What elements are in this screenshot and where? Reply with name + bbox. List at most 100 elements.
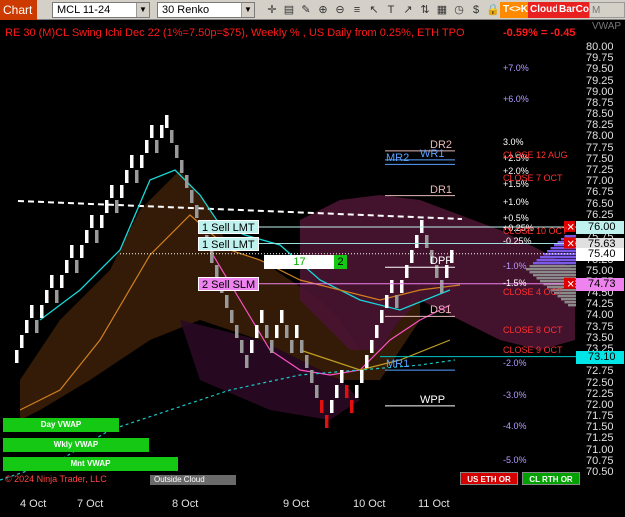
instrument-selector[interactable]: MCL 11-24 ▼ (52, 2, 150, 18)
renko-brick (340, 370, 344, 383)
outside-cloud-button[interactable]: Outside Cloud (150, 475, 236, 485)
chart-area[interactable]: ✕ ✕ ✕ RE 30 (M)CL Swing Ichi Dec 22 (1%=7.… (0, 20, 625, 517)
chevron-down-icon: ▼ (136, 3, 149, 17)
price-tag: 74.73 (576, 277, 624, 291)
close-level: CLOSE 8 OCT (503, 324, 563, 335)
percent-level: +6.0% (503, 94, 529, 105)
renko-brick (325, 415, 329, 428)
pencil-icon[interactable]: ✎ (298, 2, 314, 18)
close-level: CLOSE 12 AUG (503, 150, 568, 161)
instrument-label: MCL 11-24 (57, 4, 111, 16)
clock-icon[interactable]: ◷ (451, 2, 467, 18)
order-label[interactable]: 2 Sell SLM (198, 276, 260, 291)
lines-icon[interactable]: ≡ (349, 2, 365, 18)
magnifier-minus-icon[interactable]: ⊖ (332, 2, 348, 18)
percent-level: +0.5% (503, 213, 529, 223)
close-level: CLOSE 4 OCT (503, 286, 563, 297)
renko-brick (410, 250, 414, 263)
renko-brick (360, 370, 364, 383)
dollar-icon[interactable]: $ (468, 2, 484, 18)
price-axis-tick: 79.50 (586, 63, 614, 76)
percent-level: -4.0% (503, 421, 527, 432)
quantity-step[interactable]: 2 (334, 255, 347, 269)
pivot-label: DR1 (430, 183, 453, 196)
renko-brick (225, 295, 229, 308)
renko-brick (280, 310, 284, 323)
renko-brick (230, 310, 234, 323)
price-tag: 76.00 (576, 220, 624, 234)
data-box-icon[interactable]: ▤ (281, 2, 297, 18)
renko-brick (120, 185, 124, 198)
tpo-profile-bar (568, 304, 576, 307)
grid-icon[interactable]: ▦ (434, 2, 450, 18)
order-label[interactable]: 1 Sell LMT (198, 236, 259, 251)
renko-brick (85, 230, 89, 243)
tpo-profile-bar (529, 271, 576, 274)
tpo-profile-bar (561, 298, 576, 301)
percent-level: -2.0% (503, 358, 527, 369)
m-vwap-button[interactable]: M VWAP (589, 2, 625, 32)
bar-type-label: 30 Renko (162, 4, 210, 16)
time-axis-label: 11 Oct (418, 498, 450, 510)
renko-brick (55, 290, 59, 303)
renko-brick (115, 200, 119, 213)
lock-icon[interactable]: 🔒 (485, 2, 501, 18)
cloud-toggle-button[interactable]: Cloud (528, 2, 561, 18)
arrow-icon[interactable]: ↗ (400, 2, 416, 18)
cursor-icon[interactable]: ↖ (366, 2, 382, 18)
renko-brick (135, 170, 139, 183)
pivot-label: WPP (420, 393, 446, 406)
percent-level: -5.0% (503, 454, 527, 465)
trade-icon[interactable]: ⇅ (417, 2, 433, 18)
renko-brick (75, 260, 79, 273)
renko-brick (440, 280, 444, 293)
time-axis-label: 8 Oct (172, 498, 199, 510)
order-quantity[interactable]: 17 (264, 255, 335, 269)
renko-brick (40, 305, 44, 318)
close-icon: ✕ (567, 279, 575, 290)
renko-brick (80, 245, 84, 258)
close-level: CLOSE 9 OCT (503, 344, 563, 355)
renko-brick (400, 280, 404, 293)
renko-brick (240, 340, 244, 353)
pivot-label: DS1 (430, 304, 452, 317)
renko-brick (315, 385, 319, 398)
pivot-label: DPP (430, 255, 453, 268)
price-axis-tick: 71.25 (586, 432, 614, 445)
crosshair-icon[interactable]: ✛ (264, 2, 280, 18)
renko-brick (310, 370, 314, 383)
tpo-profile-bar (533, 262, 576, 265)
order-label[interactable]: 1 Sell LMT (198, 219, 259, 234)
text-icon[interactable]: T (383, 2, 399, 18)
renko-brick (160, 125, 164, 138)
percent-level: +1.0% (503, 197, 529, 208)
renko-brick (425, 235, 429, 248)
vwap-button[interactable]: Wkly VWAP (3, 438, 149, 452)
price-axis-tick: 72.50 (586, 376, 614, 389)
vwap-button[interactable]: Day VWAP (3, 418, 119, 432)
renko-brick (355, 385, 359, 398)
price-axis-tick: 71.00 (586, 443, 614, 456)
session-button[interactable]: CL RTH OR (522, 472, 580, 485)
price-axis-tick: 76.25 (586, 208, 614, 221)
percent-level: -1.0% (503, 261, 527, 272)
renko-brick (190, 190, 194, 203)
renko-brick (175, 145, 179, 158)
tk-button[interactable]: T<>K (500, 2, 532, 18)
tpo-profile-bar (536, 259, 576, 262)
price-axis-tick: 72.25 (586, 387, 614, 400)
vwap-button[interactable]: Mnt VWAP (3, 457, 178, 471)
chart-menu-button[interactable]: Chart (0, 0, 37, 20)
renko-brick (70, 245, 74, 258)
magnifier-plus-icon[interactable]: ⊕ (315, 2, 331, 18)
price-axis-tick: 73.75 (586, 320, 614, 333)
renko-brick (255, 325, 259, 338)
session-button[interactable]: US ETH OR (460, 472, 518, 485)
renko-brick (275, 325, 279, 338)
renko-brick (45, 290, 49, 303)
renko-brick (185, 175, 189, 188)
tpo-profile-bar (543, 253, 576, 256)
percent-level: -3.0% (503, 389, 527, 400)
bar-type-selector[interactable]: 30 Renko ▼ (157, 2, 255, 18)
renko-brick (210, 250, 214, 263)
